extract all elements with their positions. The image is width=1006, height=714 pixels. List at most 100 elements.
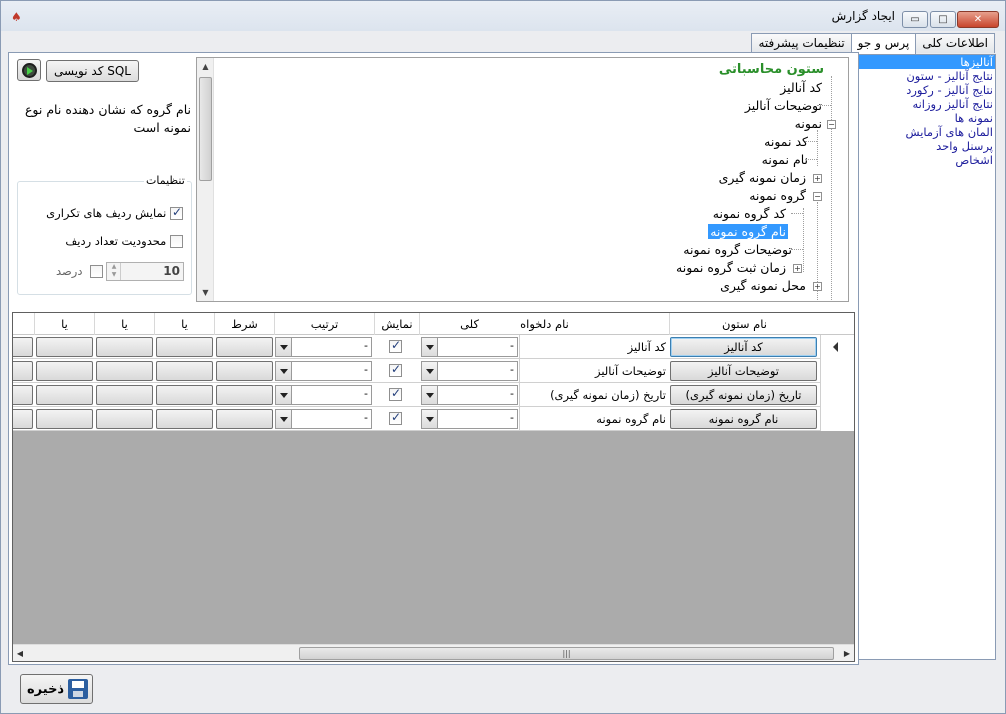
maximize-button[interactable]: □: [930, 11, 956, 28]
scroll-thumb[interactable]: [199, 77, 212, 181]
table-list-item[interactable]: نتایج آنالیز - ستون: [859, 69, 995, 83]
or-cell[interactable]: [36, 337, 93, 357]
table-list-item[interactable]: نمونه ها: [859, 111, 995, 125]
expander-icon[interactable]: −: [827, 120, 836, 129]
or-cell[interactable]: [36, 385, 93, 405]
tree-scrollbar[interactable]: ▲ ▼: [197, 58, 214, 301]
aggregate-combo[interactable]: -: [421, 361, 518, 381]
column-header[interactable]: نام ستون: [669, 313, 819, 335]
table-list-item[interactable]: نتایج آنالیز روزانه: [859, 97, 995, 111]
column-name-button[interactable]: نام گروه نمونه: [670, 409, 817, 429]
table-list-item[interactable]: پرسنل واحد: [859, 139, 995, 153]
tree-node[interactable]: کد نمونه: [764, 134, 808, 149]
or-cell[interactable]: [96, 361, 153, 381]
column-header[interactable]: کلی: [419, 313, 519, 335]
row-header[interactable]: [820, 383, 854, 407]
scroll-up-icon[interactable]: ▲: [197, 58, 214, 75]
column-header[interactable]: یا: [34, 313, 94, 335]
condition-cell[interactable]: [216, 409, 273, 429]
or-cell[interactable]: [36, 409, 93, 429]
aggregate-combo[interactable]: -: [421, 385, 518, 405]
window-title: ایجاد گزارش: [831, 9, 895, 23]
table-list-item[interactable]: المان های آزمایش: [859, 125, 995, 139]
or-cell[interactable]: [96, 337, 153, 357]
or-cell[interactable]: [156, 409, 213, 429]
table-list-item[interactable]: نتایج آنالیز - رکورد: [859, 83, 995, 97]
column-header[interactable]: یا: [154, 313, 214, 335]
order-combo[interactable]: -: [275, 385, 372, 405]
order-combo[interactable]: -: [275, 361, 372, 381]
show-checkbox[interactable]: [389, 338, 402, 353]
column-name-button[interactable]: تاریخ (زمان نمونه گیری): [670, 385, 817, 405]
tree-node-selected[interactable]: نام گروه نمونه: [708, 224, 788, 239]
tree-node[interactable]: کد آنالیز: [780, 80, 822, 95]
row-header[interactable]: [820, 359, 854, 383]
save-button[interactable]: ذخیره: [20, 674, 93, 704]
grid-hscrollbar[interactable]: ◀ ||| ▶: [13, 644, 854, 661]
column-name-button[interactable]: توضیحات آنالیز: [670, 361, 817, 381]
hscroll-thumb[interactable]: |||: [299, 647, 834, 660]
column-header[interactable]: ترتیب: [274, 313, 374, 335]
alias-cell[interactable]: نام گروه نمونه: [519, 407, 669, 431]
expander-icon[interactable]: −: [813, 192, 822, 201]
stepper-arrows[interactable]: ▲ ▼: [108, 263, 121, 280]
minimize-button[interactable]: ▭: [902, 11, 928, 28]
condition-cell[interactable]: [216, 337, 273, 357]
expander-icon[interactable]: +: [813, 174, 822, 183]
gear-play-icon[interactable]: [17, 59, 41, 81]
column-header[interactable]: یا: [94, 313, 154, 335]
sql-code-button[interactable]: کد نویسی SQL: [46, 60, 139, 82]
or-cell[interactable]: [156, 361, 213, 381]
show-checkbox[interactable]: [389, 410, 402, 425]
or-cell[interactable]: [13, 337, 33, 357]
scroll-right-icon[interactable]: ▶: [840, 645, 854, 661]
column-name-button[interactable]: کد آنالیز: [670, 337, 817, 357]
close-button[interactable]: ✕: [957, 11, 999, 28]
tab-query[interactable]: پرس و جو: [850, 33, 917, 54]
show-checkbox[interactable]: [389, 362, 402, 377]
tree-node[interactable]: محل نمونه گیری: [720, 278, 806, 293]
or-cell[interactable]: [156, 337, 213, 357]
order-combo[interactable]: -: [275, 337, 372, 357]
or-cell[interactable]: [156, 385, 213, 405]
tree-node[interactable]: نام نمونه: [762, 152, 808, 167]
limit-rows-checkbox[interactable]: [170, 235, 183, 248]
condition-cell[interactable]: [216, 385, 273, 405]
alias-cell[interactable]: توضیحات آنالیز: [519, 359, 669, 383]
tab-general-info[interactable]: اطلاعات کلی: [915, 33, 995, 53]
or-cell[interactable]: [13, 385, 33, 405]
tree-node[interactable]: کد گروه نمونه: [713, 206, 786, 221]
tab-advanced-settings[interactable]: تنظیمات پیشرفته: [751, 33, 852, 53]
tree-node[interactable]: توضیحات آنالیز: [745, 98, 822, 113]
or-cell[interactable]: [36, 361, 93, 381]
column-header[interactable]: نمایش: [374, 313, 419, 335]
aggregate-combo[interactable]: -: [421, 409, 518, 429]
scroll-down-icon[interactable]: ▼: [197, 284, 214, 301]
condition-cell[interactable]: [216, 361, 273, 381]
or-cell[interactable]: [13, 409, 33, 429]
show-duplicate-rows-checkbox[interactable]: [170, 205, 183, 220]
table-list-item[interactable]: آنالیزها: [859, 55, 995, 69]
tree-node[interactable]: زمان نمونه گیری: [719, 170, 806, 185]
expander-icon[interactable]: +: [793, 264, 802, 273]
show-checkbox[interactable]: [389, 386, 402, 401]
tree-node[interactable]: توضیحات گروه نمونه: [683, 242, 792, 257]
scroll-left-icon[interactable]: ◀: [13, 645, 27, 661]
percent-checkbox[interactable]: [90, 265, 103, 278]
column-header[interactable]: شرط: [214, 313, 274, 335]
tree-node[interactable]: زمان ثبت گروه نمونه: [676, 260, 786, 275]
order-combo[interactable]: -: [275, 409, 372, 429]
alias-cell[interactable]: تاریخ (زمان نمونه گیری): [519, 383, 669, 407]
expander-icon[interactable]: +: [813, 282, 822, 291]
tree-root[interactable]: ستون محاسباتی: [719, 62, 824, 77]
or-cell[interactable]: [96, 385, 153, 405]
alias-cell[interactable]: کد آنالیز: [519, 335, 669, 359]
tree-node[interactable]: نمونه: [795, 116, 822, 131]
aggregate-combo[interactable]: -: [421, 337, 518, 357]
tree-node[interactable]: گروه نمونه: [749, 188, 806, 203]
or-cell[interactable]: [13, 361, 33, 381]
table-list-item[interactable]: اشخاص: [859, 153, 995, 167]
row-header[interactable]: [820, 335, 854, 359]
row-header[interactable]: [820, 407, 854, 431]
or-cell[interactable]: [96, 409, 153, 429]
